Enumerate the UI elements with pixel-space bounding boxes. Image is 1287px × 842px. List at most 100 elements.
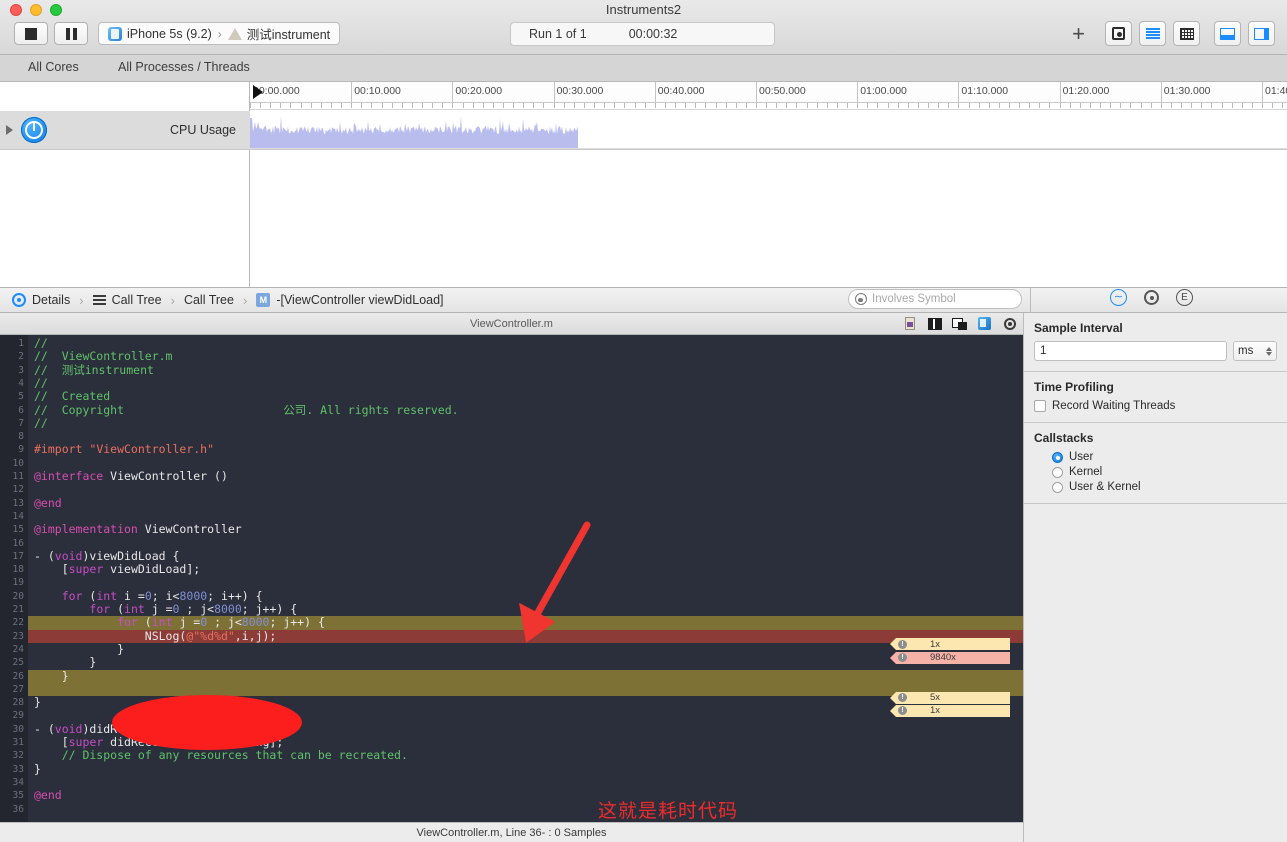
code-token: 8000: [241, 615, 270, 630]
extensions-icon[interactable]: E: [1176, 289, 1193, 306]
line-number: 9: [18, 444, 24, 456]
code-line[interactable]: [28, 430, 1023, 443]
window-title: Instruments2: [605, 2, 682, 17]
sample-count-badge[interactable]: ! 9840x: [890, 651, 1010, 664]
ruler-minor-tick: [695, 103, 696, 108]
timeline-area: CPU Usage 00:00.000 00:10.000 00:20.000 00:…: [0, 82, 1287, 288]
code-line[interactable]: // ViewController.m: [28, 350, 1023, 363]
ruler-minor-tick: [1171, 103, 1172, 108]
code-line[interactable]: [28, 682, 1023, 697]
sample-count-badge[interactable]: ! 5x: [890, 691, 1010, 704]
run-status-field[interactable]: Run 1 of 1 00:00:32: [510, 22, 775, 46]
callstacks-option-user-kernel[interactable]: User & Kernel: [1052, 481, 1277, 493]
processes-filter[interactable]: All Processes / Threads: [118, 60, 250, 74]
add-instrument-button[interactable]: +: [1066, 22, 1091, 45]
ruler-tick-label: 00:10.000: [354, 85, 401, 97]
code-line[interactable]: @end: [28, 789, 1023, 802]
list-view-button[interactable]: [1139, 21, 1166, 46]
code-line[interactable]: }: [28, 656, 1023, 669]
line-number: 25: [12, 657, 24, 669]
ruler-minor-tick: [786, 103, 787, 108]
code-token: // Created: [34, 389, 111, 404]
search-input[interactable]: Involves Symbol: [848, 289, 1022, 309]
code-line[interactable]: }: [28, 762, 1023, 776]
code-line[interactable]: }: [28, 669, 1023, 683]
code-line[interactable]: @interface ViewController (): [28, 469, 1023, 483]
sample-interval-unit-select[interactable]: ms: [1233, 341, 1277, 361]
code-body[interactable]: 1 2 3 4 5 6 7 8 9 10 11 12 13 14 15 16 17 18 19 20 21 22 23 24 2…: [0, 335, 1023, 822]
line-number: 22: [12, 617, 24, 629]
grid-view-button[interactable]: [1173, 21, 1200, 46]
code-token: ViewController (): [103, 469, 228, 483]
track-row-cpu-usage[interactable]: CPU Usage: [0, 111, 250, 149]
redaction-oval: [112, 695, 302, 750]
radio-user[interactable]: [1052, 451, 1063, 463]
record-waiting-threads-checkbox[interactable]: [1034, 400, 1046, 412]
line-number: 31: [12, 737, 24, 748]
ruler-minor-tick: [503, 103, 504, 108]
xcode-icon[interactable]: [977, 316, 992, 331]
line-number: 32: [12, 750, 24, 762]
code-line[interactable]: #import "ViewController.h": [28, 443, 1023, 456]
toggle-right-pane-button[interactable]: [1248, 21, 1275, 46]
line-number: 29: [12, 710, 24, 722]
code-line[interactable]: // 测试instrument: [28, 363, 1023, 377]
cpu-usage-sparkline: [250, 115, 578, 148]
callstacks-option-kernel[interactable]: Kernel: [1052, 466, 1277, 478]
ruler-minor-tick: [371, 103, 372, 108]
settings-gear-icon[interactable]: [1002, 316, 1017, 331]
disclosure-triangle-icon[interactable]: [6, 125, 13, 135]
sample-count-badge[interactable]: ! 1x: [890, 638, 1010, 651]
code-line[interactable]: // Dispose of any resources that can be …: [28, 749, 1023, 762]
split-view-icon[interactable]: [927, 316, 942, 331]
ruler-tick-label: 00:20.000: [455, 85, 503, 97]
line-number: 18: [12, 564, 24, 576]
code-line[interactable]: // Created: [28, 390, 1023, 403]
cpu-graph-lane[interactable]: [250, 111, 1287, 149]
code-token: j =: [144, 602, 173, 616]
pause-button[interactable]: [54, 22, 88, 45]
sample-count-badge[interactable]: ! 1x: [890, 704, 1010, 717]
code-line[interactable]: //: [28, 376, 1023, 390]
ruler-minor-tick: [1009, 103, 1010, 108]
timeline-ruler[interactable]: 00:00.000 00:10.000 00:20.000 00:30.000 00:4…: [250, 82, 1287, 103]
sample-interval-input[interactable]: 1: [1034, 341, 1227, 361]
code-token: //: [34, 415, 48, 430]
line-number-gutter: 1 2 3 4 5 6 7 8 9 10 11 12 13 14 15 16 17 18 19 20 21 22 23 24 2…: [0, 335, 28, 822]
code-line[interactable]: // Copyright 公司. All rights reserved.: [28, 403, 1023, 417]
radio-user-kernel[interactable]: [1052, 481, 1063, 493]
record-settings-button[interactable]: [1105, 21, 1132, 46]
versions-icon[interactable]: [952, 316, 967, 331]
jumpbar-call-tree-1[interactable]: Call Tree: [92, 293, 162, 307]
code-line[interactable]: [28, 483, 1023, 496]
code-line[interactable]: @end: [28, 496, 1023, 510]
code-line[interactable]: //: [28, 415, 1023, 430]
ruler-minor-tick: [382, 103, 383, 108]
radio-kernel[interactable]: [1052, 466, 1063, 478]
stop-button[interactable]: [14, 22, 48, 45]
code-line[interactable]: [28, 457, 1023, 470]
gear-icon-inspector[interactable]: [1144, 290, 1159, 305]
jumpbar-symbol[interactable]: M -[ViewController viewDidLoad]: [256, 293, 444, 307]
cores-filter[interactable]: All Cores: [28, 60, 79, 74]
jumpbar-details[interactable]: Details: [12, 293, 70, 307]
code-line[interactable]: //: [28, 336, 1023, 350]
jumpbar-call-tree-2[interactable]: Call Tree: [184, 293, 234, 307]
record-waiting-threads-row[interactable]: Record Waiting Threads: [1034, 400, 1277, 412]
toggle-bottom-pane-button[interactable]: [1214, 21, 1241, 46]
gear-icon: [1112, 27, 1125, 40]
ruler-minor-tick: [331, 103, 332, 108]
record-settings-icon[interactable]: ∼: [1110, 289, 1127, 306]
code-line[interactable]: [28, 776, 1023, 789]
document-icon[interactable]: [902, 316, 917, 331]
code-line[interactable]: [28, 803, 1023, 816]
playhead-icon[interactable]: [253, 85, 263, 99]
callstacks-option-user[interactable]: User: [1052, 451, 1277, 463]
code-token: super: [68, 735, 104, 749]
ruler-minor-tick: [463, 103, 464, 108]
target-selector[interactable]: iPhone 5s (9.2) › 测试instrument: [98, 22, 341, 45]
line-number: 20: [12, 590, 24, 602]
ruler-minor-tick: [614, 103, 615, 108]
ruler-minor-tick: [1211, 103, 1212, 108]
badge-count-label: 5x: [930, 691, 941, 703]
